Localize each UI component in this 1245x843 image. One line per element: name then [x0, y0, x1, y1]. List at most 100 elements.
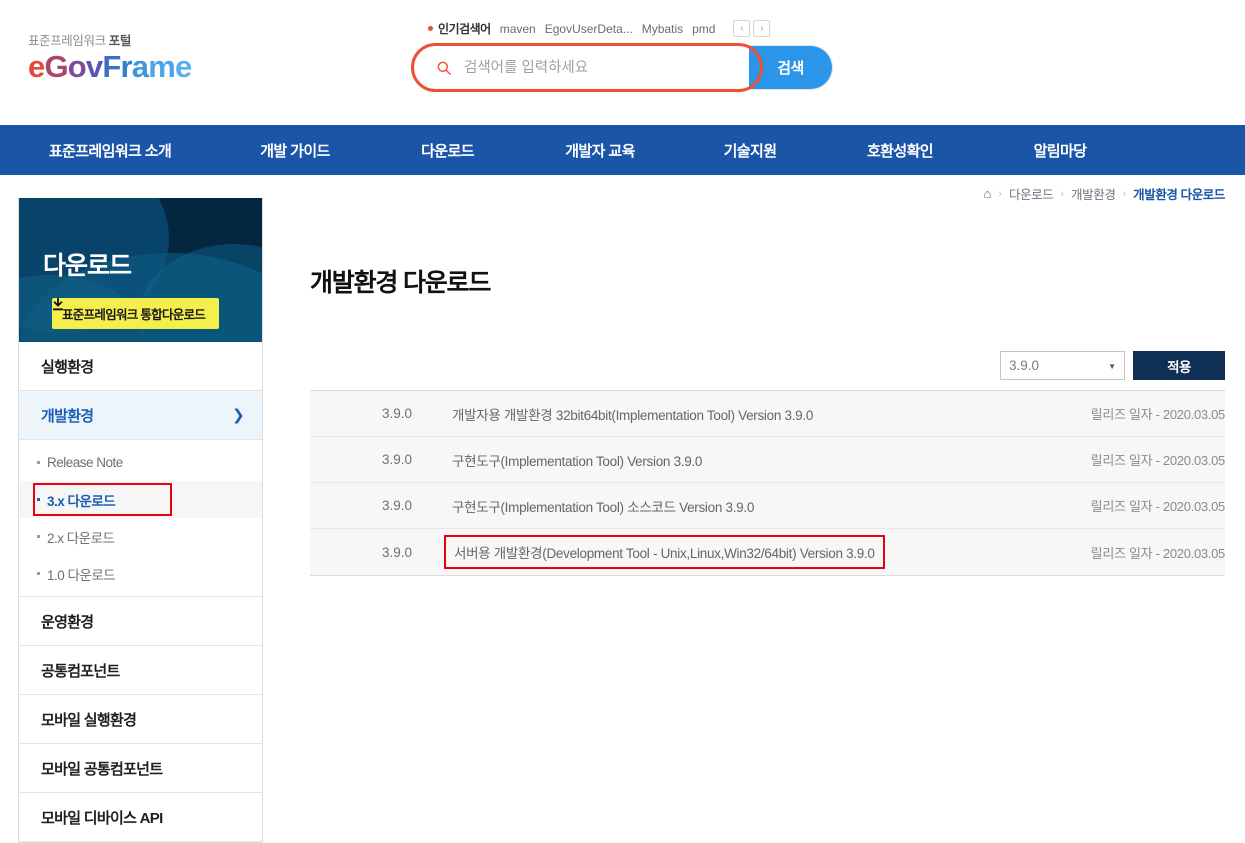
popular-keyword-item[interactable]: Mybatis [642, 22, 683, 36]
prev-keyword-button[interactable]: ‹ [733, 20, 750, 37]
version-select-value: 3.9.0 [1009, 358, 1039, 373]
bullet-icon [37, 461, 40, 464]
sidebar: 다운로드 표준프레임워크 통합다운로드 실행환경 개발환경 ❯ Release … [18, 198, 263, 843]
logo-letter-6: r [121, 49, 132, 84]
cell-name[interactable]: 구현도구(Implementation Tool) Version 3.9.0 [430, 445, 990, 475]
sidebar-item-dev-env[interactable]: 개발환경 ❯ [19, 391, 262, 440]
sidebar-subitem-release-note[interactable]: Release Note [19, 444, 262, 481]
logo-letter-2: G [44, 49, 67, 84]
main-content: 개발환경 다운로드 3.9.0 ▼ 적용 3.9.0 개발자용 개발환경 32b… [310, 198, 1225, 576]
nav-item-download[interactable]: 다운로드 [370, 140, 525, 161]
popular-keyword-item[interactable]: maven [500, 22, 536, 36]
bullet-icon [37, 572, 40, 575]
bullet-dot-icon [428, 26, 433, 31]
logo-wordmark: eGovFrame [28, 51, 191, 82]
cell-name[interactable]: 서버용 개발환경(Development Tool - Unix,Linux,W… [430, 535, 990, 569]
cell-name-text: 구현도구(Implementation Tool) Version 3.9.0 [444, 445, 710, 475]
cell-version: 3.9.0 [310, 406, 430, 421]
logo-letter-3: o [68, 49, 86, 84]
nav-item-notice[interactable]: 알림마당 [975, 140, 1145, 161]
search-icon [436, 60, 452, 76]
popular-keywords: 인기검색어 maven EgovUserDeta... Mybatis pmd … [428, 20, 770, 37]
logo-letter-7: a [132, 49, 148, 84]
download-table: 3.9.0 개발자용 개발환경 32bit64bit(Implementatio… [310, 390, 1225, 576]
cell-release-date: 릴리즈 일자 - 2020.03.05 [990, 404, 1225, 423]
sidebar-subitem-label: 3.x 다운로드 [47, 490, 115, 510]
table-row[interactable]: 3.9.0 구현도구(Implementation Tool) Version … [310, 437, 1225, 483]
main-navigation: 표준프레임워크 소개 개발 가이드 다운로드 개발자 교육 기술지원 호환성확인… [0, 125, 1245, 175]
sidebar-item-label: 실행환경 [41, 356, 93, 377]
logo-subtitle-plain: 표준프레임워크 [28, 34, 109, 48]
sidebar-item-operation-env[interactable]: 운영환경 [19, 597, 262, 646]
cell-name[interactable]: 개발자용 개발환경 32bit64bit(Implementation Tool… [430, 399, 990, 429]
table-row[interactable]: 3.9.0 구현도구(Implementation Tool) 소스코드 Ver… [310, 483, 1225, 529]
cell-name-text: 개발자용 개발환경 32bit64bit(Implementation Tool… [444, 399, 821, 429]
cell-version: 3.9.0 [310, 545, 430, 560]
sidebar-item-mobile-common-component[interactable]: 모바일 공통컴포넌트 [19, 744, 262, 793]
sidebar-item-common-component[interactable]: 공통컴포넌트 [19, 646, 262, 695]
cell-version: 3.9.0 [310, 452, 430, 467]
search-input[interactable] [462, 59, 749, 77]
logo-letter-4: v [86, 49, 102, 84]
integrated-download-button[interactable]: 표준프레임워크 통합다운로드 [52, 298, 219, 329]
bullet-icon [37, 498, 40, 501]
sidebar-subitem-10-download[interactable]: 1.0 다운로드 [19, 555, 262, 592]
version-select[interactable]: 3.9.0 ▼ [1000, 351, 1125, 380]
search-button[interactable]: 검색 [749, 46, 832, 89]
nav-item-intro[interactable]: 표준프레임워크 소개 [0, 140, 220, 161]
nav-item-tech-support[interactable]: 기술지원 [675, 140, 825, 161]
nav-item-compatibility[interactable]: 호환성확인 [825, 140, 975, 161]
sidebar-title: 다운로드 [43, 246, 131, 282]
popular-keywords-label: 인기검색어 [428, 20, 491, 37]
apply-button[interactable]: 적용 [1133, 351, 1225, 380]
sidebar-item-mobile-runtime-env[interactable]: 모바일 실행환경 [19, 695, 262, 744]
popular-keywords-label-text: 인기검색어 [438, 20, 491, 37]
cell-release-date: 릴리즈 일자 - 2020.03.05 [990, 496, 1225, 515]
logo-letter-9: e [175, 49, 191, 84]
sidebar-subitem-2x-download[interactable]: 2.x 다운로드 [19, 518, 262, 555]
sidebar-item-label: 개발환경 [41, 405, 93, 426]
page-root: 표준프레임워크 포털 eGovFrame 인기검색어 maven EgovUse… [0, 0, 1245, 843]
sidebar-item-runtime-env[interactable]: 실행환경 [19, 342, 262, 391]
sidebar-item-mobile-device-api[interactable]: 모바일 디바이스 API [19, 793, 262, 842]
search-bar: 검색 [413, 45, 833, 90]
cell-name-text: 구현도구(Implementation Tool) 소스코드 Version 3… [444, 491, 762, 521]
nav-item-dev-guide[interactable]: 개발 가이드 [220, 140, 370, 161]
table-row[interactable]: 3.9.0 개발자용 개발환경 32bit64bit(Implementatio… [310, 391, 1225, 437]
next-keyword-button[interactable]: › [753, 20, 770, 37]
sidebar-item-label: 모바일 공통컴포넌트 [41, 758, 162, 779]
nav-item-education[interactable]: 개발자 교육 [525, 140, 675, 161]
cell-release-date: 릴리즈 일자 - 2020.03.05 [990, 450, 1225, 469]
logo-letter-1: e [28, 49, 44, 84]
logo-subtitle-bold: 포털 [109, 34, 131, 48]
chevron-right-icon: ❯ [232, 406, 244, 424]
sidebar-subitem-3x-download[interactable]: 3.x 다운로드 [19, 481, 262, 518]
cell-name-text: 서버용 개발환경(Development Tool - Unix,Linux,W… [444, 535, 885, 569]
sidebar-item-label: 운영환경 [41, 611, 93, 632]
sidebar-item-label: 공통컴포넌트 [41, 660, 120, 681]
cell-version: 3.9.0 [310, 498, 430, 513]
version-filter-row: 3.9.0 ▼ 적용 [310, 351, 1225, 380]
popular-keyword-item[interactable]: pmd [692, 22, 715, 36]
popular-keywords-pager: ‹ › [733, 20, 770, 37]
download-icon [52, 298, 64, 311]
sidebar-item-label: 모바일 실행환경 [41, 709, 136, 730]
popular-keyword-item[interactable]: EgovUserDeta... [545, 22, 633, 36]
cell-name[interactable]: 구현도구(Implementation Tool) 소스코드 Version 3… [430, 491, 990, 521]
sidebar-subitem-label: 1.0 다운로드 [47, 564, 115, 584]
integrated-download-label: 표준프레임워크 통합다운로드 [62, 304, 205, 323]
sidebar-item-label: 모바일 디바이스 API [41, 807, 163, 828]
sidebar-subitem-label: 2.x 다운로드 [47, 527, 114, 547]
search-pill: 검색 [413, 45, 833, 90]
sidebar-subnav: Release Note 3.x 다운로드 2.x 다운로드 1.0 다운로드 [19, 440, 262, 597]
cell-release-date: 릴리즈 일자 - 2020.03.05 [990, 543, 1225, 562]
bullet-icon [37, 535, 40, 538]
sidebar-header: 다운로드 표준프레임워크 통합다운로드 [19, 198, 262, 342]
search-field [414, 46, 749, 89]
site-header: 표준프레임워크 포털 eGovFrame 인기검색어 maven EgovUse… [0, 0, 1245, 125]
site-logo[interactable]: 표준프레임워크 포털 eGovFrame [28, 30, 191, 82]
sidebar-subitem-label: Release Note [47, 455, 123, 470]
table-row[interactable]: 3.9.0 서버용 개발환경(Development Tool - Unix,L… [310, 529, 1225, 575]
logo-subtitle: 표준프레임워크 포털 [28, 30, 191, 49]
logo-letter-5: F [102, 49, 120, 84]
